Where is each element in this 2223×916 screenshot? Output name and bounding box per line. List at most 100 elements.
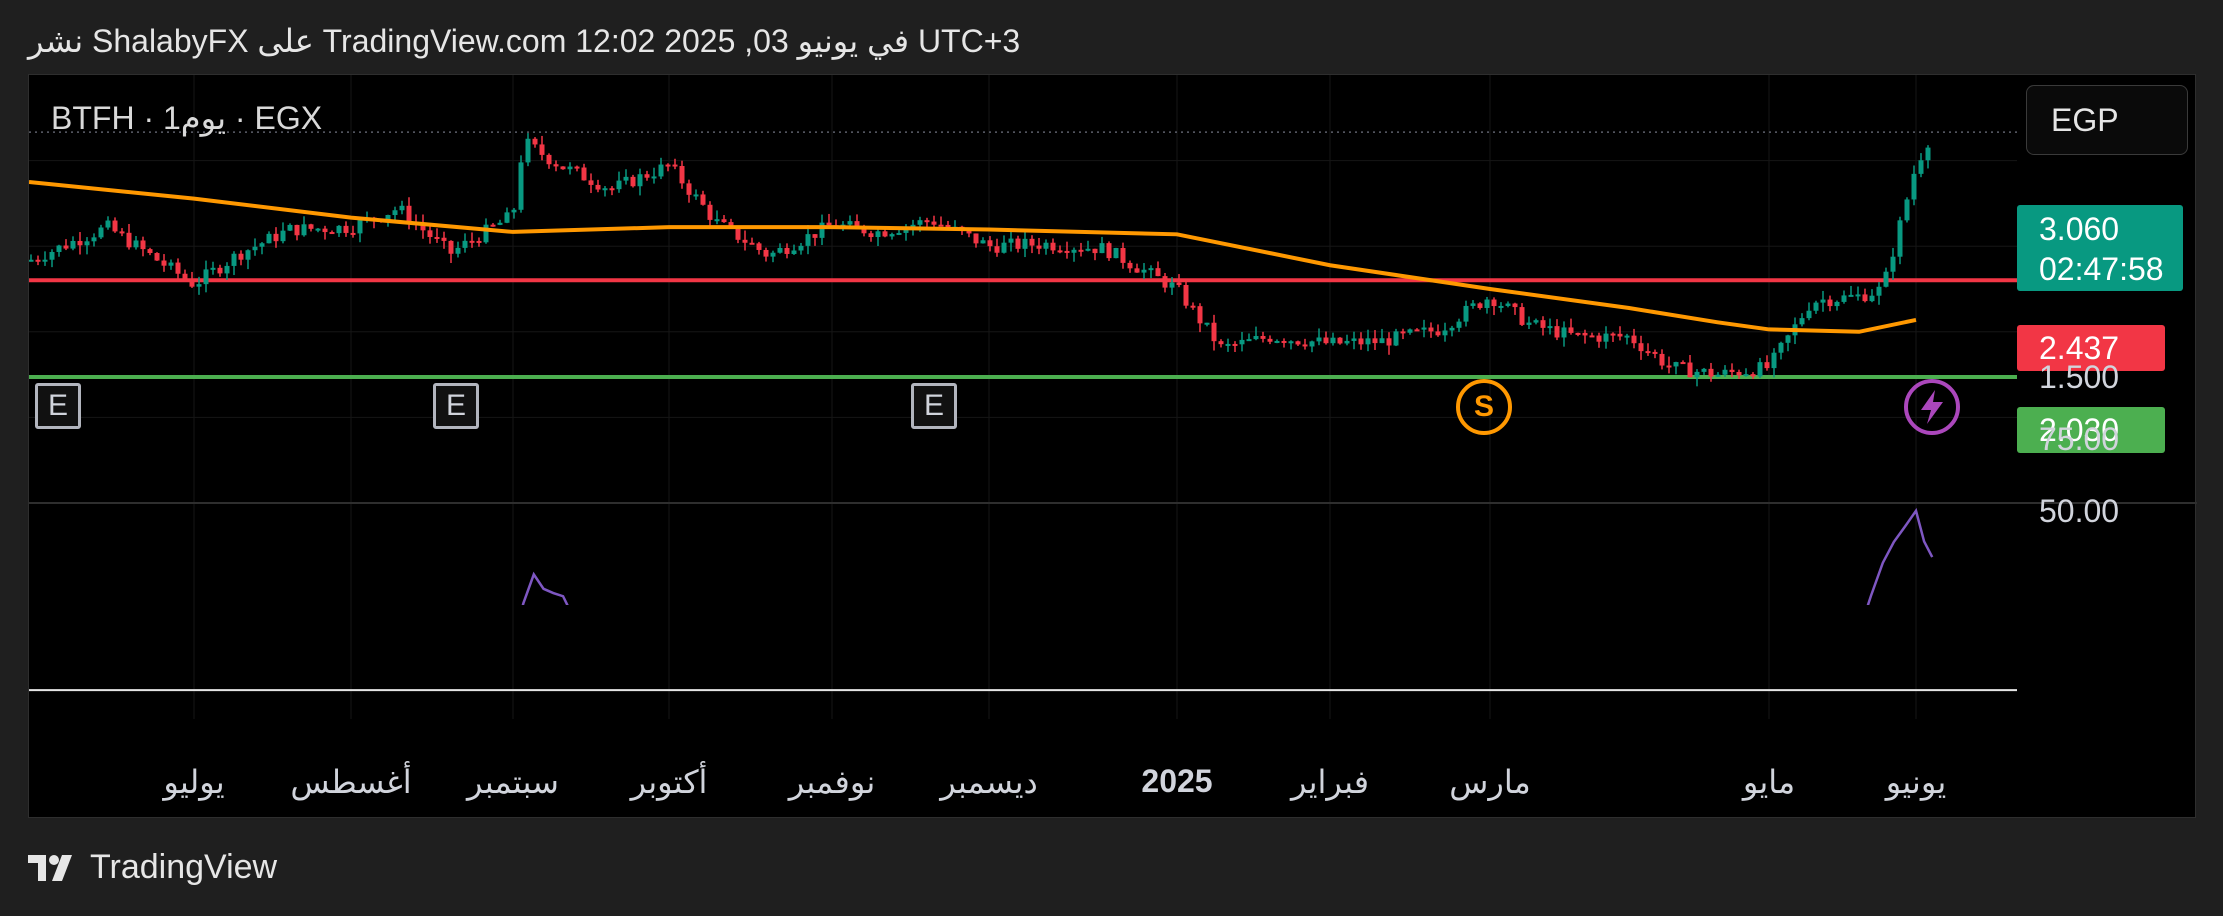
- candle-body: [1155, 268, 1161, 277]
- candle-body: [1806, 310, 1812, 319]
- chart-frame[interactable]: BTFH · 1يوم · EGX EGP 3.060 02:47:58 2.4…: [28, 74, 2197, 819]
- candle-body: [791, 250, 797, 254]
- candle-body: [658, 164, 664, 177]
- candle-body: [301, 224, 307, 236]
- candle-body: [1057, 250, 1063, 253]
- candle-body: [1575, 332, 1581, 335]
- candle-body: [1631, 335, 1637, 344]
- candle-body: [1883, 271, 1889, 287]
- candle-body: [1400, 331, 1406, 334]
- price-chart-svg[interactable]: [29, 75, 2197, 819]
- lightning-icon: [1921, 390, 1943, 424]
- candle-body: [469, 240, 475, 243]
- candle-body: [1218, 341, 1224, 345]
- currency-button[interactable]: EGP: [2026, 85, 2188, 155]
- symbol-info[interactable]: BTFH · 1يوم · EGX: [51, 99, 322, 137]
- candle-body: [1022, 238, 1028, 249]
- candle-body: [1190, 305, 1196, 308]
- candle-body: [315, 228, 321, 231]
- candle-body: [1106, 243, 1112, 259]
- candle-body: [1008, 238, 1014, 243]
- candle-body: [1029, 238, 1035, 246]
- price-axis-tick-low: 1.500: [2039, 359, 2120, 395]
- candle-body: [287, 224, 293, 231]
- candle-body: [1764, 362, 1770, 369]
- candle-body: [448, 240, 454, 254]
- candle-body: [1771, 352, 1777, 369]
- candle-body: [1680, 362, 1686, 365]
- candle-body: [1449, 327, 1455, 331]
- time-axis-tick: أكتوبر: [630, 764, 708, 800]
- candle-body: [1911, 173, 1917, 200]
- candle-body: [567, 166, 573, 170]
- candle-body: [539, 144, 545, 155]
- candle-body: [504, 212, 510, 223]
- candle-body: [1701, 368, 1707, 372]
- candle-body: [1869, 295, 1875, 302]
- candle-body: [693, 194, 699, 197]
- candle-body: [280, 230, 286, 242]
- candle-body: [1505, 303, 1511, 306]
- candle-body: [231, 253, 237, 266]
- candle-body: [518, 162, 524, 210]
- candle-body: [651, 176, 657, 179]
- flash-event-icon[interactable]: [1904, 379, 1960, 435]
- earnings-event-icon[interactable]: E: [433, 383, 479, 429]
- candle-body: [1246, 339, 1252, 342]
- candle-body: [1729, 369, 1735, 372]
- candle-body: [392, 210, 398, 216]
- candle-body: [777, 247, 783, 253]
- candle-body: [1169, 282, 1175, 288]
- candle-body: [1120, 248, 1126, 263]
- candle-body: [1379, 338, 1385, 344]
- tradingview-brand[interactable]: TradingView: [28, 848, 277, 887]
- candle-body: [84, 241, 90, 246]
- candle-body: [1834, 301, 1840, 307]
- candle-body: [1435, 331, 1441, 336]
- bar-countdown: 02:47:58: [2039, 251, 2164, 287]
- candle-body: [1078, 249, 1084, 252]
- split-event-icon[interactable]: S: [1456, 379, 1512, 435]
- candle-body: [147, 249, 153, 254]
- candle-body: [1463, 305, 1469, 322]
- candle-body: [679, 166, 685, 184]
- candle-body: [476, 240, 482, 243]
- candle-body: [1351, 338, 1357, 341]
- candle-body: [1820, 299, 1826, 303]
- candle-body: [350, 232, 356, 235]
- candle-body: [1253, 336, 1259, 340]
- candle-body: [1589, 335, 1595, 338]
- candle-body: [798, 245, 804, 251]
- candle-body: [595, 184, 601, 190]
- candle-body: [770, 252, 776, 257]
- candle-body: [1519, 307, 1525, 325]
- candle-body: [609, 188, 615, 191]
- earnings-event-icon[interactable]: E: [911, 383, 957, 429]
- candle-body: [1225, 343, 1231, 346]
- candle-body: [714, 219, 720, 222]
- candle-body: [1848, 294, 1854, 297]
- candle-body: [896, 232, 902, 235]
- candle-body: [511, 209, 517, 213]
- candle-body: [882, 231, 888, 237]
- candle-body: [434, 236, 440, 239]
- candle-body: [574, 166, 580, 169]
- candle-body: [917, 220, 923, 225]
- candle-body: [1288, 341, 1294, 344]
- candle-body: [1113, 248, 1119, 259]
- candle-body: [1393, 331, 1399, 346]
- candle-body: [1617, 333, 1623, 337]
- candle-body: [1855, 294, 1861, 297]
- candle-body: [1540, 320, 1546, 328]
- candle-body: [1183, 284, 1189, 306]
- candle-body: [1673, 362, 1679, 367]
- time-axis-tick: نوفمبر: [788, 764, 876, 800]
- time-axis-tick: 2025: [1141, 763, 1213, 799]
- candle-body: [1085, 248, 1091, 251]
- last-price-label: 3.060 02:47:58: [2017, 205, 2183, 291]
- candle-body: [294, 224, 300, 236]
- earnings-event-icon[interactable]: E: [35, 383, 81, 429]
- candle-body: [763, 249, 769, 257]
- candle-body: [154, 253, 160, 261]
- candle-body: [119, 231, 125, 234]
